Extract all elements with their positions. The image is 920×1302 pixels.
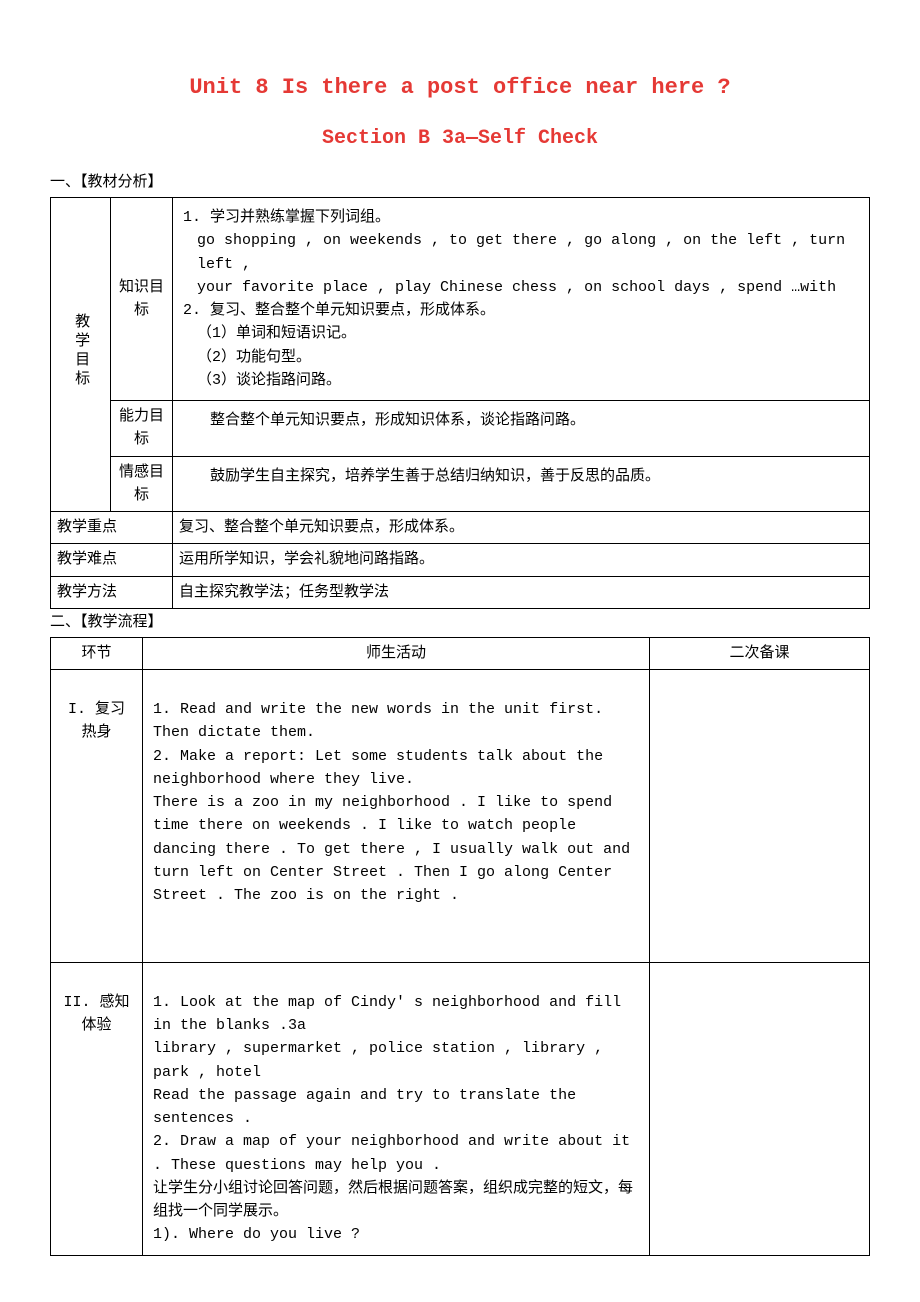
keypoint-content: 复习、整合整个单元知识要点，形成体系。 <box>173 512 870 544</box>
table-row: 教学方法 自主探究教学法；任务型教学法 <box>51 576 870 608</box>
page-title: Unit 8 Is there a post office near here … <box>50 70 870 105</box>
page-subtitle: Section B 3a—Self Check <box>50 123 870 155</box>
table-row: I. 复习 热身 1. Read and write the new words… <box>51 670 870 963</box>
flow1-notes <box>650 670 870 963</box>
emotion-goal-content: 鼓励学生自主探究，培养学生善于总结归纳知识，善于反思的品质。 <box>173 456 870 512</box>
table-row: 情感目标 鼓励学生自主探究，培养学生善于总结归纳知识，善于反思的品质。 <box>51 456 870 512</box>
flow-table: 环节 师生活动 二次备课 I. 复习 热身 1. Read and write … <box>50 637 870 1256</box>
flow-header-stage: 环节 <box>51 637 143 669</box>
table-row: 能力目标 整合整个单元知识要点，形成知识体系，谈论指路问路。 <box>51 401 870 457</box>
table-row: 教学重点 复习、整合整个单元知识要点，形成体系。 <box>51 512 870 544</box>
table-row: II. 感知 体验 1. Look at the map of Cindy' s… <box>51 962 870 1255</box>
emotion-goal-label: 情感目标 <box>111 456 173 512</box>
method-label: 教学方法 <box>51 576 173 608</box>
goals-row-label: 教学目标 <box>51 198 111 512</box>
flow2-content: 1. Look at the map of Cindy' s neighborh… <box>143 962 650 1255</box>
table-row: 环节 师生活动 二次备课 <box>51 637 870 669</box>
ability-goal-label: 能力目标 <box>111 401 173 457</box>
flow-header-notes: 二次备课 <box>650 637 870 669</box>
knowledge-goal-content: 1. 学习并熟练掌握下列词组。 go shopping , on weekend… <box>173 198 870 401</box>
table-row: 教学目标 知识目标 1. 学习并熟练掌握下列词组。 go shopping , … <box>51 198 870 401</box>
table-row: 教学难点 运用所学知识，学会礼貌地问路指路。 <box>51 544 870 576</box>
section-header-analysis: 一、【教材分析】 <box>50 169 870 197</box>
flow1-content: 1. Read and write the new words in the u… <box>143 670 650 963</box>
analysis-table: 教学目标 知识目标 1. 学习并熟练掌握下列词组。 go shopping , … <box>50 197 870 609</box>
flow2-label: II. 感知 体验 <box>51 962 143 1255</box>
flow2-notes <box>650 962 870 1255</box>
ability-goal-content: 整合整个单元知识要点，形成知识体系，谈论指路问路。 <box>173 401 870 457</box>
difficulty-label: 教学难点 <box>51 544 173 576</box>
section-header-flow: 二、【教学流程】 <box>50 609 870 637</box>
method-content: 自主探究教学法；任务型教学法 <box>173 576 870 608</box>
knowledge-goal-label: 知识目标 <box>111 198 173 401</box>
difficulty-content: 运用所学知识，学会礼貌地问路指路。 <box>173 544 870 576</box>
keypoint-label: 教学重点 <box>51 512 173 544</box>
flow1-label: I. 复习 热身 <box>51 670 143 963</box>
flow-header-activity: 师生活动 <box>143 637 650 669</box>
